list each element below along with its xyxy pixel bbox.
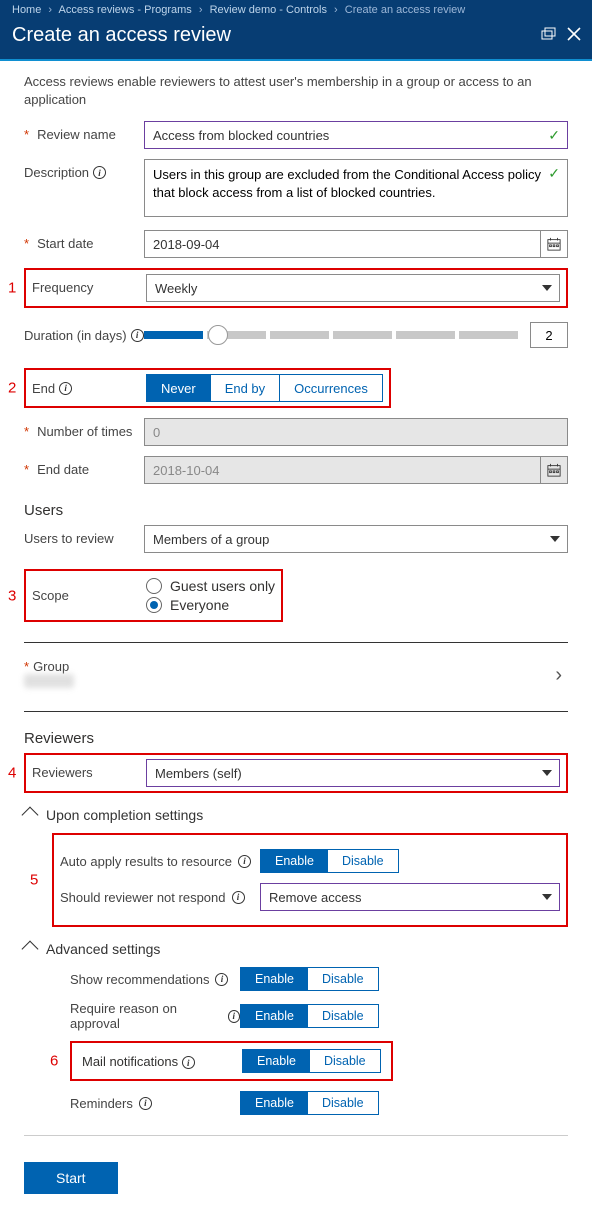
enable-button[interactable]: Enable xyxy=(241,1005,308,1027)
label-auto-apply: Auto apply results to resource xyxy=(60,854,260,869)
label-description: Description xyxy=(24,159,144,180)
review-name-input[interactable] xyxy=(144,121,568,149)
duration-slider[interactable] xyxy=(144,329,518,341)
info-icon[interactable] xyxy=(232,891,245,904)
info-icon[interactable] xyxy=(93,166,106,179)
group-picker-row[interactable]: Group › xyxy=(24,651,568,701)
info-icon[interactable] xyxy=(238,855,251,868)
label-number-of-times: Number of times xyxy=(24,418,144,439)
disable-button[interactable]: Disable xyxy=(308,1005,378,1027)
group-value-redacted xyxy=(24,674,74,688)
end-endby-button[interactable]: End by xyxy=(211,375,280,401)
chevron-right-icon: › xyxy=(48,4,52,16)
chevron-right-icon: › xyxy=(334,4,338,16)
label-require-reason: Require reason on approval xyxy=(70,1001,240,1031)
enable-button[interactable]: Enable xyxy=(241,968,308,990)
not-respond-select[interactable]: Remove access xyxy=(260,883,560,911)
breadcrumb: Home › Access reviews - Programs › Revie… xyxy=(12,4,580,16)
show-recommendations-toggle: Enable Disable xyxy=(240,967,379,991)
label-users-to-review: Users to review xyxy=(24,525,144,546)
checkmark-icon: ✓ xyxy=(548,165,560,182)
info-icon[interactable] xyxy=(131,329,144,342)
end-date-input xyxy=(144,456,540,484)
page-title: Create an access review xyxy=(12,24,580,47)
info-icon[interactable] xyxy=(215,973,228,986)
breadcrumb-item[interactable]: Home xyxy=(12,4,41,16)
info-icon[interactable] xyxy=(59,382,72,395)
mail-notifications-toggle: Enable Disable xyxy=(242,1049,381,1073)
disable-button[interactable]: Disable xyxy=(328,850,398,872)
label-duration: Duration (in days) xyxy=(24,328,144,343)
frequency-select[interactable]: Weekly xyxy=(146,274,560,302)
section-users-header: Users xyxy=(24,502,568,519)
end-segmented-control: Never End by Occurrences xyxy=(146,374,383,402)
label-reviewers: Reviewers xyxy=(32,759,146,780)
enable-button[interactable]: Enable xyxy=(243,1050,310,1072)
duration-value-input[interactable] xyxy=(530,322,568,348)
info-icon[interactable] xyxy=(182,1056,195,1069)
scope-option-guest[interactable]: Guest users only xyxy=(146,578,275,594)
annotation-2: 2 xyxy=(8,380,16,397)
end-occurrences-button[interactable]: Occurrences xyxy=(280,375,382,401)
divider xyxy=(24,711,568,712)
scope-option-everyone[interactable]: Everyone xyxy=(146,597,275,613)
enable-button[interactable]: Enable xyxy=(241,1092,308,1114)
label-start-date: Start date xyxy=(24,230,144,251)
enable-button[interactable]: Enable xyxy=(261,850,328,872)
auto-apply-toggle: Enable Disable xyxy=(260,849,399,873)
close-icon[interactable] xyxy=(566,26,582,45)
annotation-4: 4 xyxy=(8,765,16,782)
upon-completion-collapser[interactable]: Upon completion settings xyxy=(24,807,568,823)
disable-button[interactable]: Disable xyxy=(310,1050,380,1072)
advanced-settings-collapser[interactable]: Advanced settings xyxy=(24,941,568,957)
chevron-up-icon xyxy=(22,807,39,824)
info-icon[interactable] xyxy=(228,1010,240,1023)
chevron-right-icon: › xyxy=(199,4,203,16)
info-icon[interactable] xyxy=(139,1097,152,1110)
label-mail-notifications: Mail notifications xyxy=(82,1054,242,1070)
breadcrumb-item[interactable]: Review demo - Controls xyxy=(210,4,327,16)
calendar-icon xyxy=(540,456,568,484)
form-pane: Access reviews enable reviewers to attes… xyxy=(0,61,592,1214)
radio-icon xyxy=(146,597,162,613)
annotation-6: 6 xyxy=(50,1053,58,1070)
annotation-5: 5 xyxy=(30,872,38,889)
chevron-right-icon: › xyxy=(555,664,562,687)
label-end: End xyxy=(32,381,146,396)
users-to-review-select[interactable]: Members of a group xyxy=(144,525,568,553)
start-button[interactable]: Start xyxy=(24,1162,118,1194)
divider xyxy=(24,642,568,643)
breadcrumb-item[interactable]: Access reviews - Programs xyxy=(59,4,192,16)
label-not-respond: Should reviewer not respond xyxy=(60,890,260,905)
restore-icon[interactable] xyxy=(540,26,556,45)
end-never-button[interactable]: Never xyxy=(147,375,211,401)
label-scope: Scope xyxy=(32,588,146,603)
label-show-recommendations: Show recommendations xyxy=(70,972,240,987)
checkmark-icon: ✓ xyxy=(548,127,560,144)
calendar-icon[interactable] xyxy=(540,230,568,258)
require-reason-toggle: Enable Disable xyxy=(240,1004,379,1028)
number-of-times-input xyxy=(144,418,568,446)
start-date-input[interactable] xyxy=(144,230,540,258)
intro-text: Access reviews enable reviewers to attes… xyxy=(24,73,568,109)
annotation-1: 1 xyxy=(8,280,16,297)
disable-button[interactable]: Disable xyxy=(308,1092,378,1114)
reviewers-select[interactable]: Members (self) xyxy=(146,759,560,787)
chevron-up-icon xyxy=(22,941,39,958)
label-review-name: Review name xyxy=(24,121,144,142)
label-end-date: End date xyxy=(24,456,144,477)
blade-header: Home › Access reviews - Programs › Revie… xyxy=(0,0,592,61)
label-group: Group xyxy=(24,659,74,674)
breadcrumb-item-current: Create an access review xyxy=(345,4,465,16)
disable-button[interactable]: Disable xyxy=(308,968,378,990)
divider xyxy=(24,1135,568,1136)
annotation-3: 3 xyxy=(8,587,16,604)
reminders-toggle: Enable Disable xyxy=(240,1091,379,1115)
slider-thumb[interactable] xyxy=(208,325,228,345)
radio-icon xyxy=(146,578,162,594)
label-frequency: Frequency xyxy=(32,274,146,295)
description-textarea[interactable]: Users in this group are excluded from th… xyxy=(144,159,568,217)
label-reminders: Reminders xyxy=(70,1096,240,1111)
section-reviewers-header: Reviewers xyxy=(24,730,568,747)
